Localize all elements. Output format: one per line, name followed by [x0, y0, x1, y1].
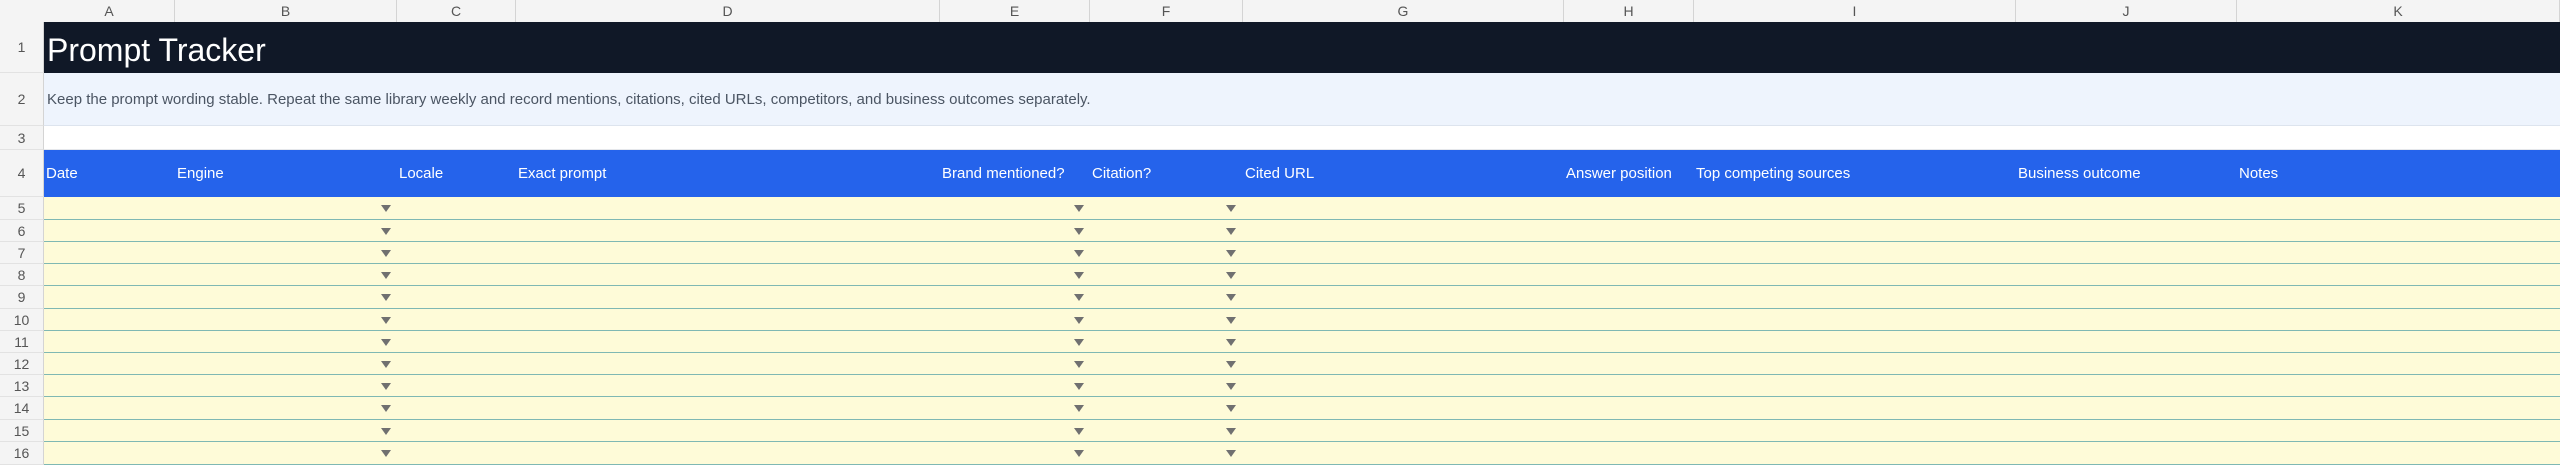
dropdown-arrow-icon[interactable] — [1074, 205, 1084, 212]
table-header-row: Date Engine Locale Exact prompt Brand mentio… — [44, 150, 2560, 197]
header-top-competing-sources[interactable]: Top competing sources — [1694, 150, 1850, 197]
row-header-15[interactable]: 15 — [0, 420, 44, 442]
title-row: Prompt Tracker — [44, 22, 2560, 73]
column-header-b[interactable]: B — [175, 0, 397, 22]
dropdown-arrow-icon[interactable] — [1074, 294, 1084, 301]
row-header-12[interactable]: 12 — [0, 353, 44, 375]
table-row[interactable] — [44, 309, 2560, 331]
dropdown-arrow-icon[interactable] — [381, 228, 391, 235]
header-locale[interactable]: Locale — [397, 150, 443, 197]
dropdown-arrow-icon[interactable] — [1226, 294, 1236, 301]
dropdown-arrow-icon[interactable] — [381, 205, 391, 212]
table-row[interactable] — [44, 442, 2560, 465]
row-header-10[interactable]: 10 — [0, 309, 44, 331]
description-row: Keep the prompt wording stable. Repeat t… — [44, 73, 2560, 126]
row-header-8[interactable]: 8 — [0, 264, 44, 286]
header-cited-url[interactable]: Cited URL — [1243, 150, 1314, 197]
row-header-9[interactable]: 9 — [0, 286, 44, 309]
table-row[interactable] — [44, 286, 2560, 309]
header-notes[interactable]: Notes — [2237, 150, 2278, 197]
dropdown-arrow-icon[interactable] — [381, 383, 391, 390]
dropdown-arrow-icon[interactable] — [1074, 272, 1084, 279]
dropdown-arrow-icon[interactable] — [1074, 317, 1084, 324]
dropdown-arrow-icon[interactable] — [1226, 250, 1236, 257]
dropdown-arrow-icon[interactable] — [1226, 383, 1236, 390]
dropdown-arrow-icon[interactable] — [1226, 339, 1236, 346]
dropdown-arrow-icon[interactable] — [1074, 405, 1084, 412]
table-row[interactable] — [44, 397, 2560, 420]
dropdown-arrow-icon[interactable] — [381, 361, 391, 368]
header-engine[interactable]: Engine — [175, 150, 224, 197]
dropdown-arrow-icon[interactable] — [1226, 405, 1236, 412]
dropdown-arrow-icon[interactable] — [1074, 228, 1084, 235]
dropdown-arrow-icon[interactable] — [1226, 450, 1236, 457]
table-row[interactable] — [44, 353, 2560, 375]
row-header-6[interactable]: 6 — [0, 220, 44, 242]
table-row[interactable] — [44, 197, 2560, 220]
dropdown-arrow-icon[interactable] — [1074, 428, 1084, 435]
row-header-13[interactable]: 13 — [0, 375, 44, 397]
description-text[interactable]: Keep the prompt wording stable. Repeat t… — [47, 73, 1091, 126]
sheet-title[interactable]: Prompt Tracker — [47, 32, 266, 69]
table-row[interactable] — [44, 420, 2560, 442]
column-header-g[interactable]: G — [1243, 0, 1564, 22]
column-header-i[interactable]: I — [1694, 0, 2016, 22]
row-header-2[interactable]: 2 — [0, 73, 44, 126]
row-header-1[interactable]: 1 — [0, 22, 44, 73]
row-header-7[interactable]: 7 — [0, 242, 44, 264]
dropdown-arrow-icon[interactable] — [381, 450, 391, 457]
dropdown-arrow-icon[interactable] — [1226, 317, 1236, 324]
row-header-4[interactable]: 4 — [0, 150, 44, 197]
dropdown-arrow-icon[interactable] — [1226, 428, 1236, 435]
column-header-h[interactable]: H — [1564, 0, 1694, 22]
row-header-5[interactable]: 5 — [0, 197, 44, 220]
blank-row[interactable] — [44, 126, 2560, 150]
header-brand-mentioned[interactable]: Brand mentioned? — [940, 150, 1065, 197]
column-header-f[interactable]: F — [1090, 0, 1243, 22]
dropdown-arrow-icon[interactable] — [1226, 228, 1236, 235]
dropdown-arrow-icon[interactable] — [381, 250, 391, 257]
dropdown-arrow-icon[interactable] — [1226, 205, 1236, 212]
column-header-j[interactable]: J — [2016, 0, 2237, 22]
header-exact-prompt[interactable]: Exact prompt — [516, 150, 606, 197]
table-row[interactable] — [44, 220, 2560, 242]
header-answer-position[interactable]: Answer position — [1564, 150, 1672, 197]
dropdown-arrow-icon[interactable] — [1074, 250, 1084, 257]
table-row[interactable] — [44, 242, 2560, 264]
column-header-k[interactable]: K — [2237, 0, 2560, 22]
dropdown-arrow-icon[interactable] — [1226, 272, 1236, 279]
column-header-d[interactable]: D — [516, 0, 940, 22]
row-header-11[interactable]: 11 — [0, 331, 44, 353]
column-header-c[interactable]: C — [397, 0, 516, 22]
dropdown-arrow-icon[interactable] — [381, 272, 391, 279]
header-date[interactable]: Date — [44, 150, 78, 197]
dropdown-arrow-icon[interactable] — [381, 294, 391, 301]
dropdown-arrow-icon[interactable] — [1074, 450, 1084, 457]
header-citation[interactable]: Citation? — [1090, 150, 1151, 197]
column-header-a[interactable]: A — [44, 0, 175, 22]
table-row[interactable] — [44, 375, 2560, 397]
row-header-3[interactable]: 3 — [0, 126, 44, 150]
row-header-14[interactable]: 14 — [0, 397, 44, 420]
dropdown-arrow-icon[interactable] — [381, 339, 391, 346]
dropdown-arrow-icon[interactable] — [381, 317, 391, 324]
spreadsheet: ABCDEFGHIJK 1 2 3 4 5 6 7 8 9 10 11 12 13 14 15 16 Prom… — [0, 0, 2560, 465]
dropdown-arrow-icon[interactable] — [1226, 361, 1236, 368]
table-row[interactable] — [44, 331, 2560, 353]
table-row[interactable] — [44, 264, 2560, 286]
column-header-e[interactable]: E — [940, 0, 1090, 22]
dropdown-arrow-icon[interactable] — [1074, 383, 1084, 390]
header-business-outcome[interactable]: Business outcome — [2016, 150, 2141, 197]
column-header-bar: ABCDEFGHIJK — [0, 0, 2560, 23]
dropdown-arrow-icon[interactable] — [381, 405, 391, 412]
row-header-16[interactable]: 16 — [0, 442, 44, 465]
dropdown-arrow-icon[interactable] — [381, 428, 391, 435]
dropdown-arrow-icon[interactable] — [1074, 339, 1084, 346]
dropdown-arrow-icon[interactable] — [1074, 361, 1084, 368]
